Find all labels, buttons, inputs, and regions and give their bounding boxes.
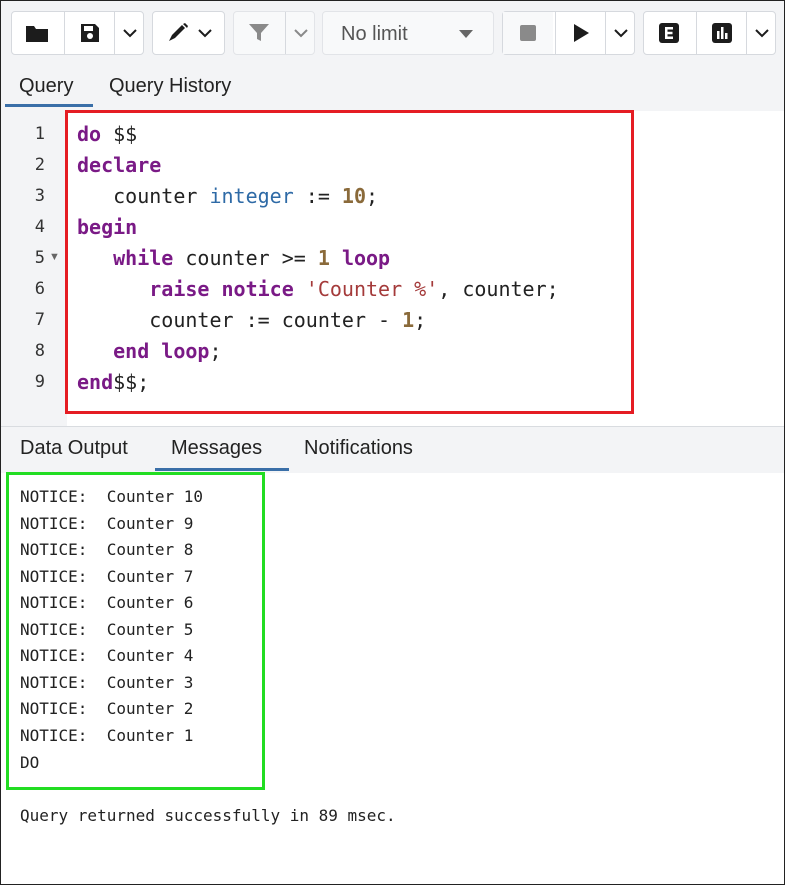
tab-query-history[interactable]: Query History (109, 75, 231, 98)
save-button[interactable] (64, 12, 115, 54)
explain-icon (659, 23, 679, 43)
query-tabs: Query Query History (1, 63, 784, 112)
row-limit-select[interactable]: No limit (322, 11, 494, 55)
filter-button-group (233, 11, 315, 55)
query-status-message: Query returned successfully in 89 msec. (20, 806, 396, 825)
chevron-down-icon (755, 29, 769, 38)
filter-icon (249, 24, 269, 41)
edit-button[interactable] (152, 11, 225, 55)
pgadmin-query-tool: No limit Query Query History 1 2 3 4 5 ▼… (0, 0, 785, 885)
result-tabs: Data Output Messages Notifications (1, 427, 784, 474)
toolbar: No limit (1, 1, 784, 63)
stop-icon (520, 25, 536, 41)
line-number: 7 (34, 310, 45, 330)
execute-button[interactable] (555, 12, 606, 54)
filter-dropdown-button[interactable] (285, 12, 316, 54)
filter-button[interactable] (234, 12, 284, 54)
edit-icon (168, 23, 188, 41)
output-highlight-box (6, 472, 265, 790)
analyze-icon (712, 23, 732, 43)
line-number: 9 (34, 372, 45, 392)
caret-down-icon (459, 30, 473, 38)
line-number: 8 (34, 341, 45, 361)
chevron-down-icon (614, 29, 628, 38)
chevron-down-icon (123, 29, 137, 38)
tab-data-output[interactable]: Data Output (20, 437, 128, 460)
line-number: 6 (34, 279, 45, 299)
active-tab-indicator (155, 468, 289, 471)
folder-icon (26, 26, 48, 42)
execute-button-group (502, 11, 635, 55)
line-number: 4 (34, 217, 45, 237)
stop-button[interactable] (503, 12, 553, 54)
explain-button-group (643, 11, 776, 55)
play-icon (574, 24, 589, 42)
fold-marker-icon[interactable]: ▼ (49, 251, 60, 263)
tab-notifications[interactable]: Notifications (304, 437, 413, 460)
active-tab-indicator (5, 104, 93, 107)
row-limit-value: No limit (341, 23, 408, 45)
line-number: 5 (34, 248, 45, 268)
tab-messages[interactable]: Messages (171, 437, 262, 460)
line-number-gutter: 1 2 3 4 5 ▼ 6 7 8 9 (1, 111, 67, 426)
line-number: 2 (34, 155, 45, 175)
save-icon (81, 24, 99, 42)
execute-dropdown-button[interactable] (605, 12, 636, 54)
line-number: 1 (34, 124, 45, 144)
chevron-down-icon (294, 29, 308, 38)
tab-query[interactable]: Query (19, 75, 73, 98)
code-highlight-box (65, 110, 634, 414)
open-file-button[interactable] (12, 12, 62, 54)
file-button-group (11, 11, 144, 55)
line-number: 3 (34, 186, 45, 206)
explain-button[interactable] (644, 12, 694, 54)
save-dropdown-button[interactable] (114, 12, 145, 54)
chevron-down-icon (197, 29, 212, 38)
explain-analyze-button[interactable] (696, 12, 747, 54)
explain-dropdown-button[interactable] (746, 12, 777, 54)
